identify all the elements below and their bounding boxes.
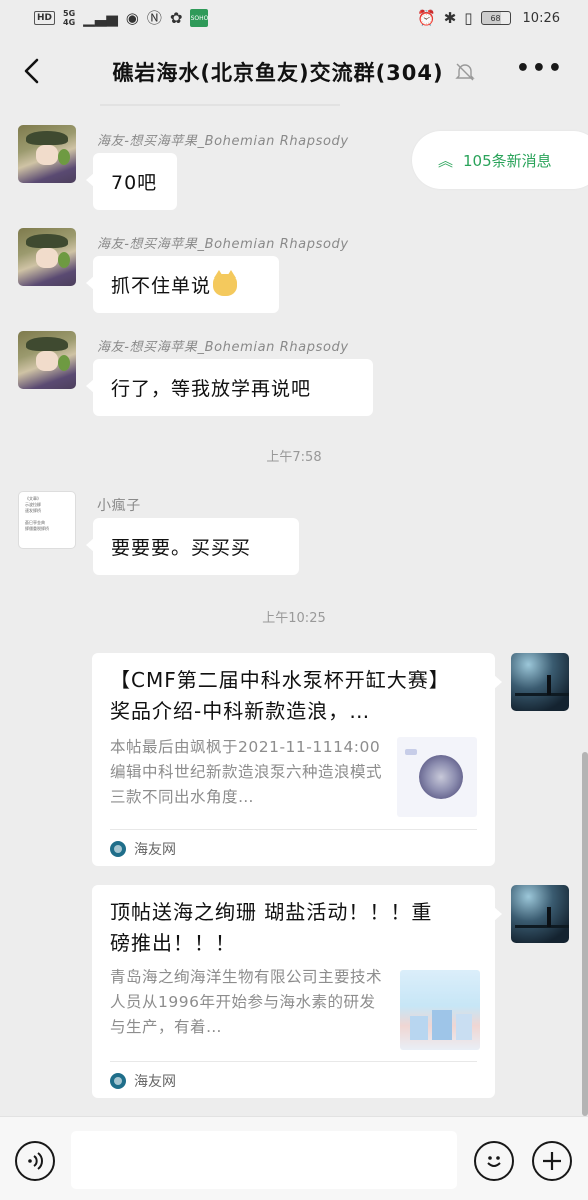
input-bar [0,1116,588,1200]
timestamp: 上午10:25 [262,611,326,626]
message-bubble[interactable]: 行了，等我放学再说吧 [86,359,373,416]
sender-name: 海友-想买海苹果_Bohemian Rhapsody [97,340,349,355]
avatar[interactable] [18,228,76,286]
card-title: 顶帖送海之绚珊 瑚盐活动！！！重磅推出！！！ [110,900,433,955]
source-name: 海友网 [134,1074,176,1090]
card-thumbnail [400,970,480,1050]
status-left: HD 5G 4G ▁▃▅ ◉ Ⓝ ✿ SOHO [34,9,209,27]
signal-label: 5G [63,9,76,18]
smiley-icon [487,1156,501,1167]
message-input[interactable] [71,1131,457,1189]
plus-icon [543,1152,561,1170]
chat-header: 礁岩海水(北京鱼友)交流群(304) ••• [0,36,588,108]
alarm-icon: ⏰ [417,9,436,27]
source-logo-icon [110,1073,126,1089]
voice-icon [28,1152,43,1170]
sender-name: 海友-想买海苹果_Bohemian Rhapsody [97,134,349,149]
my-avatar[interactable] [511,885,569,943]
message-text: 70吧 [111,172,158,194]
avatar[interactable] [18,125,76,183]
more-functions-button[interactable] [532,1141,572,1181]
card-description: 青岛海之绚海洋生物有限公司主要技术人员从1996年开始参与海水素的研发与生产，有… [110,968,383,1036]
emoji-button[interactable] [474,1141,514,1181]
wechat-icon: ✿ [169,9,183,27]
status-bar: HD 5G 4G ▁▃▅ ◉ Ⓝ ✿ SOHO ⏰ ✱ ▯ 68 10:26 [0,0,588,36]
message-bubble[interactable]: 70吧 [86,153,177,210]
clock: 10:26 [522,10,560,26]
link-card[interactable]: 顶帖送海之绚珊 瑚盐活动！！！重磅推出！！！ 青岛海之绚海洋生物有限公司主要技术… [92,885,502,1098]
status-right: ⏰ ✱ ▯ 68 10:26 [417,10,560,26]
message-text: 行了，等我放学再说吧 [111,378,312,400]
message-bubble[interactable]: 抓不住单说 [86,256,279,313]
new-messages-button[interactable]: ︽ 105条新消息 [412,131,588,189]
top-divider [100,104,340,106]
battery-indicator: 68 [480,11,511,25]
more-options-icon[interactable]: ••• [516,58,564,80]
voice-input-button[interactable] [15,1141,55,1181]
double-chevron-up-icon: ︽ [438,151,454,170]
link-card[interactable]: 【CMF第二届中科水泵杯开缸大赛】奖品介绍-中科新款造浪，… 本帖最后由飒枫于2… [92,653,502,866]
chat-title: 礁岩海水(北京鱼友)交流群(304) [112,61,444,85]
bluetooth-icon: ✱ [443,9,457,27]
mute-bell-icon [454,63,475,81]
card-title: 【CMF第二届中科水泵杯开缸大赛】奖品介绍-中科新款造浪，… [110,668,450,723]
card-source: 海友网 [110,1071,176,1091]
card-description: 本帖最后由飒枫于2021-11-1114:00编辑中科世纪新款造浪泵六种造浪模式… [110,738,383,806]
source-logo-icon [110,841,126,857]
sender-name: 小瘋子 [97,498,141,514]
sender-name: 海友-想买海苹果_Bohemian Rhapsody [97,237,349,252]
soho-app-icon: SOHO [190,9,209,27]
eye-icon: ◉ [125,9,139,27]
my-avatar[interactable] [511,653,569,711]
vibrate-icon: ▯ [464,9,473,27]
message-text: 抓不住单说 [111,275,212,297]
source-name: 海友网 [134,842,176,858]
signal-bars-icon: ▁▃▅ [83,9,118,27]
new-messages-label: 105条新消息 [463,151,552,170]
back-arrow-icon[interactable] [18,56,48,86]
card-thumbnail [397,737,477,817]
card-source: 海友网 [110,839,176,859]
card-divider [110,1061,477,1062]
avatar[interactable]: 《文章》 示波拉柳 速发掷桥 蒼巳亭金典 掷僵重税掷桥 [18,491,76,549]
avatar-text-line: 掷僵重税掷桥 [25,526,49,531]
signal-sub-label: 4G [63,18,76,27]
scrollbar[interactable] [582,752,588,1116]
message-bubble[interactable]: 要要要。买买买 [86,518,299,575]
avatar[interactable] [18,331,76,389]
hd-badge: HD [34,11,56,25]
card-divider [110,829,477,830]
signal-indicator: 5G 4G [63,9,75,27]
cat-emoji-icon [213,269,238,296]
nfc-icon: Ⓝ [146,9,162,27]
timestamp: 上午7:58 [266,450,322,465]
message-text: 要要要。买买买 [111,537,252,559]
